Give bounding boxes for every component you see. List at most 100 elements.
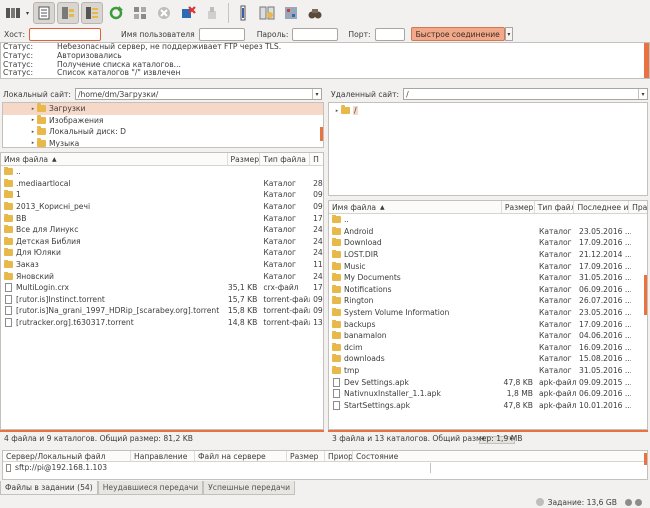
chevron-down-icon[interactable]: ▾ (312, 89, 321, 99)
table-row[interactable]: 2013_Корисні_речі Каталог 09. (1, 201, 323, 213)
table-row[interactable]: Яновский Каталог 24. (1, 270, 323, 282)
file-type-cell: Каталог (539, 366, 572, 376)
col-name[interactable]: Имя файла ▲ (1, 153, 228, 165)
queue-scrollbar[interactable] (644, 453, 647, 465)
remote-scrollbar[interactable] (644, 275, 647, 315)
col-remote-file[interactable]: Файл на сервере (195, 451, 287, 461)
queue-row[interactable]: sftp://pi@192.168.1.103 (3, 462, 647, 474)
username-input[interactable] (198, 27, 245, 41)
table-row[interactable]: Dev Settings.apk 47,8 KB apk-файл 09.09.201… (329, 376, 647, 388)
col-modified[interactable]: П (310, 153, 323, 165)
tree-item[interactable]: ▸ Локальный диск: D (3, 126, 323, 138)
col-size[interactable]: Размер (228, 153, 261, 165)
table-row[interactable]: Все для Линукс Каталог 24. (1, 224, 323, 236)
reconnect-button[interactable] (201, 2, 223, 24)
table-row[interactable]: LOST.DIR Каталог 21.12.2014 ... (329, 249, 647, 261)
table-row[interactable]: .. (329, 214, 647, 226)
username-label: Имя пользователя (121, 29, 195, 39)
table-row[interactable]: .. (1, 166, 323, 178)
remote-file-list[interactable]: Имя файла▲ Размер Тип файла Последнее из… (328, 200, 648, 430)
table-row[interactable]: dcim Каталог 16.09.2016 ... (329, 342, 647, 354)
quickconnect-button[interactable]: Быстрое соединение (410, 27, 505, 41)
table-row[interactable]: Детская Библия Каталог 24. (1, 236, 323, 248)
table-row[interactable]: tmp Каталог 31.05.2016 ... (329, 365, 647, 377)
toggle-remote-tree-button[interactable] (81, 2, 104, 24)
table-row[interactable]: downloads Каталог 15.08.2016 ... (329, 353, 647, 365)
table-row[interactable]: Notifications Каталог 06.09.2016 ... (329, 284, 647, 296)
table-row[interactable]: Android Каталог 23.05.2016 ... (329, 226, 647, 238)
col-modified[interactable]: Последнее из (574, 201, 630, 213)
tree-item[interactable]: ▸ Загрузки (3, 103, 323, 115)
remote-tree[interactable]: ▸ / (328, 102, 648, 196)
folder-icon (341, 105, 350, 115)
table-row[interactable]: Rington Каталог 26.07.2016 ... (329, 295, 647, 307)
search-button[interactable] (304, 2, 326, 24)
process-queue-button[interactable] (129, 2, 151, 24)
toggle-log-button[interactable] (33, 2, 56, 24)
tree-item[interactable]: ▸ / (329, 105, 647, 117)
col-size[interactable]: Размер (502, 201, 535, 213)
local-tree[interactable]: ▸ Загрузки ▸ Изображения ▸ Локальный диск: … (2, 102, 324, 148)
table-row[interactable]: Заказ Каталог 11. (1, 259, 323, 271)
file-mod-cell: 16.09.2016 ... (579, 342, 631, 352)
refresh-button[interactable] (105, 2, 127, 24)
table-row[interactable]: [rutracker.org].t630317.torrent 14,8 KB to… (1, 317, 323, 329)
table-row[interactable]: My Documents Каталог 31.05.2016 ... (329, 272, 647, 284)
port-input[interactable] (374, 27, 405, 41)
folder-icon (4, 202, 13, 211)
transfer-queue[interactable]: Сервер/Локальный файл Направление Файл н… (2, 450, 648, 480)
tab-queued-files[interactable]: Файлы в задании (54) (0, 481, 98, 495)
table-row[interactable]: Для Юляки Каталог 24. (1, 247, 323, 259)
local-file-list[interactable]: Имя файла ▲ Размер Тип файла П .. .mediaar… (0, 152, 324, 430)
filter-button[interactable] (232, 2, 254, 24)
table-row[interactable]: Music Каталог 17.09.2016 ... (329, 260, 647, 272)
tree-item[interactable]: ▸ Изображения (3, 114, 323, 127)
col-type[interactable]: Тип файла (260, 153, 311, 165)
file-name-cell: backups (329, 319, 503, 329)
tree-scrollbar[interactable] (320, 127, 323, 141)
message-log[interactable]: Статус: Небезопасный сервер, не поддержив… (0, 42, 650, 79)
file-type-cell: apk-файл (539, 389, 576, 399)
col-name[interactable]: Имя файла ▲ (329, 201, 502, 213)
table-row[interactable]: [rutor.is]Na_grani_1997_HDRip_[scarabey.… (1, 305, 323, 317)
table-row[interactable]: MultiLogin.crx35,1 KB crx-файл 17. (1, 282, 323, 294)
tab-successful-transfers[interactable]: Успешные передачи (203, 481, 296, 495)
col-state[interactable]: Состояние (353, 451, 413, 461)
table-row[interactable]: .mediaartlocal Каталог 28. (1, 178, 323, 190)
toggle-local-tree-button[interactable] (57, 2, 80, 24)
remote-status-area: 3 файла и 13 каталогов. Общий размер: 1,… (328, 430, 648, 444)
col-priority[interactable]: Приори (325, 451, 353, 461)
cancel-button[interactable] (153, 2, 175, 24)
col-permissions[interactable]: Права (629, 201, 647, 213)
log-scrollbar[interactable] (644, 43, 649, 78)
site-manager-dropdown-icon[interactable]: ▾ (26, 10, 29, 17)
remote-path-input[interactable]: / ▾ (403, 88, 648, 100)
table-row[interactable]: backups Каталог 17.09.2016 ... (329, 318, 647, 330)
file-type-cell: torrent-файл (263, 318, 311, 328)
col-type[interactable]: Тип файла (535, 201, 575, 213)
tree-item[interactable]: ▸ Музыка (3, 137, 323, 147)
site-manager-button[interactable] (2, 2, 24, 24)
sync-browse-button[interactable] (280, 2, 302, 24)
quickconnect-dropdown-icon[interactable]: ▾ (504, 27, 513, 41)
tab-failed-transfers[interactable]: Неудавшиеся передачи (97, 481, 204, 495)
table-row[interactable]: System Volume Information Каталог 23.05.20… (329, 307, 647, 319)
col-direction[interactable]: Направление (131, 451, 195, 461)
compare-button[interactable] (256, 2, 278, 24)
table-row[interactable]: Download Каталог 17.09.2016 ... (329, 237, 647, 249)
col-server-local[interactable]: Сервер/Локальный файл (3, 451, 131, 461)
col-size[interactable]: Размер (287, 451, 325, 461)
disconnect-button[interactable] (177, 2, 199, 24)
host-input[interactable] (29, 27, 102, 41)
password-input[interactable] (292, 27, 339, 41)
file-icon (5, 306, 12, 316)
table-row[interactable]: banamalon Каталог 04.06.2016 ... (329, 330, 647, 342)
table-row[interactable]: BB Каталог 17. (1, 212, 323, 224)
chevron-down-icon[interactable]: ▾ (638, 89, 647, 99)
toolbar-separator (228, 3, 230, 23)
local-path-input[interactable]: /home/dm/Загрузки/▾ (74, 88, 322, 100)
table-row[interactable]: [rutor.is]Instinct.torrent 15,7 KB torrent… (1, 294, 323, 306)
table-row[interactable]: 1 Каталог 09. (1, 189, 323, 201)
table-row[interactable]: NativnuxInstaller_1.1.apk 1,8 MB apk-файл 0… (329, 388, 647, 400)
table-row[interactable]: StartSettings.apk 47,8 KB apk-файл 10.01.20… (329, 400, 647, 412)
